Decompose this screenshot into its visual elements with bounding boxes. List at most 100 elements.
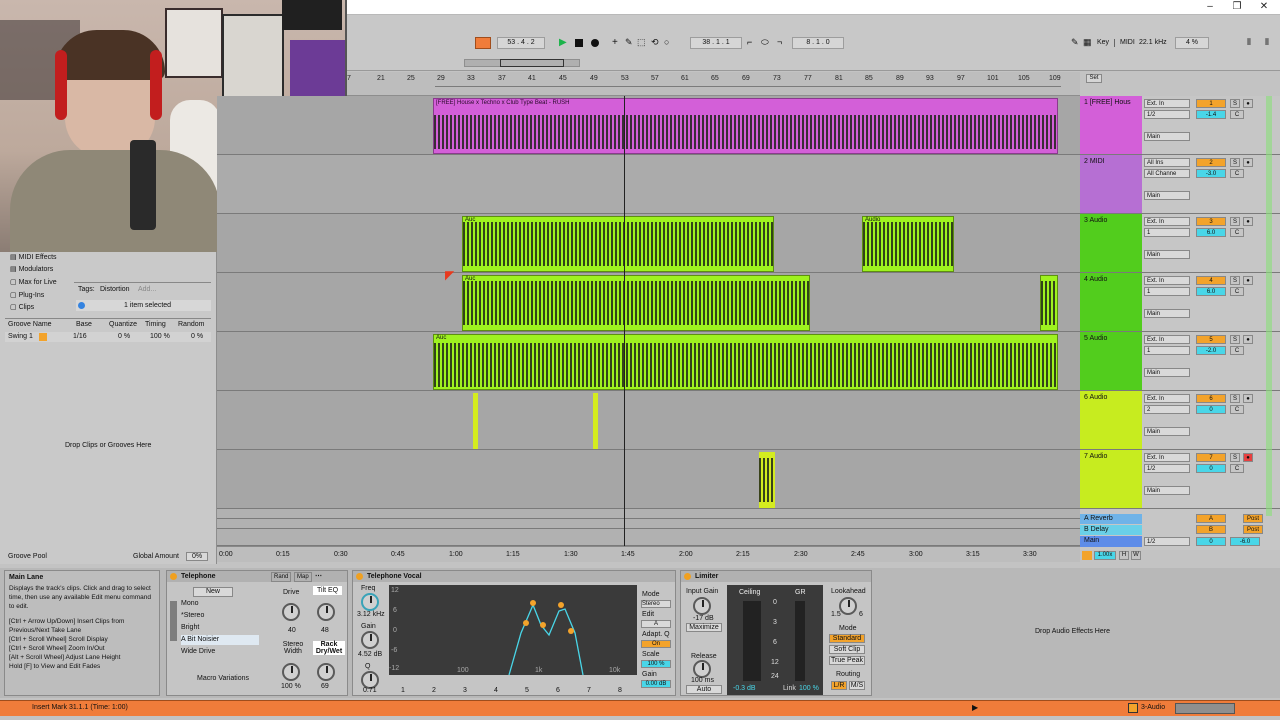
punch-out-icon[interactable]: ¬ xyxy=(777,37,782,47)
audio-clip[interactable] xyxy=(473,393,478,449)
output-select[interactable]: Main xyxy=(1144,486,1190,495)
freq-knob[interactable] xyxy=(361,593,379,611)
lane-main[interactable] xyxy=(217,529,1080,546)
input-gain-knob[interactable] xyxy=(693,597,711,615)
post-button[interactable]: Post xyxy=(1243,525,1263,534)
release-knob[interactable] xyxy=(693,660,711,678)
song-position[interactable]: 53 . 4 . 2 xyxy=(497,37,545,49)
limiter-header[interactable]: Limiter xyxy=(681,571,871,582)
session-record-icon[interactable]: ⬚ xyxy=(637,37,646,48)
post-button[interactable]: Post xyxy=(1243,514,1263,523)
solo-button[interactable]: S xyxy=(1230,335,1240,344)
minimize-icon[interactable]: – xyxy=(1200,1,1220,13)
solo-button[interactable]: S xyxy=(1230,276,1240,285)
track-number-button[interactable]: 5 xyxy=(1196,335,1226,344)
input-channel-select[interactable]: 1/2 xyxy=(1144,110,1190,119)
return-track-b[interactable]: B Delay B Post xyxy=(1080,525,1280,536)
lane-return-b[interactable] xyxy=(217,519,1080,529)
mode-select[interactable]: Stereo xyxy=(641,600,671,608)
volume-field[interactable]: 0 xyxy=(1196,464,1226,473)
play-icon[interactable]: ▶ xyxy=(559,38,567,48)
input-channel-select[interactable]: 1 xyxy=(1144,346,1190,355)
session-view-icon[interactable]: ⦀ xyxy=(1265,37,1269,48)
output-select[interactable]: Main xyxy=(1144,368,1190,377)
set-button[interactable]: Set xyxy=(1086,74,1102,83)
browser-category-midi-effects[interactable]: ▤ MIDI Effects xyxy=(10,253,57,261)
routing-lr[interactable]: L/R xyxy=(831,681,847,690)
limiter-device[interactable]: Limiter Input Gain -17 dB Maximize Relea… xyxy=(680,570,872,696)
audio-clip[interactable] xyxy=(1040,275,1058,331)
pan-field[interactable]: C xyxy=(1230,464,1244,473)
pan-field[interactable]: C xyxy=(1230,228,1244,237)
track-number-button[interactable]: 6 xyxy=(1196,394,1226,403)
track-name[interactable]: 6 Audio xyxy=(1080,391,1142,449)
track-number-button[interactable]: 3 xyxy=(1196,217,1226,226)
output-gain-field[interactable]: 0.00 dB xyxy=(641,680,671,688)
device-on-icon[interactable] xyxy=(356,573,363,580)
output-select[interactable]: Main xyxy=(1144,191,1190,200)
rand-button[interactable]: Rand xyxy=(271,572,292,582)
track-name[interactable]: 2 MIDI xyxy=(1080,155,1142,213)
arm-button[interactable]: ● xyxy=(1243,335,1253,344)
volume-field[interactable]: 6.0 xyxy=(1196,228,1226,237)
rack-device[interactable]: Telephone Rand Map ⋯ New Mono *Stereo Br… xyxy=(166,570,348,696)
pan-field[interactable]: C xyxy=(1230,110,1244,119)
tag-add[interactable]: Add... xyxy=(138,286,156,293)
midi-map-button[interactable]: MIDI xyxy=(1120,39,1135,46)
input-type-select[interactable]: Ext. In xyxy=(1144,453,1190,462)
stereo-width-knob[interactable] xyxy=(282,663,300,681)
audio-clip[interactable]: Auc xyxy=(462,216,774,272)
eq-device[interactable]: Telephone Vocal Freq 3.12 kHz Gain 4.52 … xyxy=(352,570,676,696)
volume-field[interactable]: -2.0 xyxy=(1196,346,1226,355)
maximize-button[interactable]: Maximize xyxy=(686,623,722,632)
input-type-select[interactable]: Ext. In xyxy=(1144,335,1190,344)
insert-marker[interactable] xyxy=(624,96,625,546)
draw-mode-icon[interactable]: ✎ xyxy=(1071,37,1079,48)
input-type-select[interactable]: Ext. In xyxy=(1144,217,1190,226)
add-icon[interactable]: + xyxy=(612,37,618,48)
eq-display[interactable]: 12 6 0 -6 -12 100 1k 10k xyxy=(389,585,637,675)
solo-button[interactable]: S xyxy=(1230,453,1240,462)
bar-ruler[interactable]: 7 21 25 29 33 37 41 45 49 53 57 61 65 69… xyxy=(347,72,1080,96)
audio-clip[interactable]: Auc xyxy=(462,275,810,331)
lane-track-7[interactable] xyxy=(217,450,1080,509)
pan-field[interactable]: C xyxy=(1230,346,1244,355)
punch-in-icon[interactable]: ⌐ xyxy=(747,37,752,47)
track-name[interactable]: Main xyxy=(1080,536,1142,547)
mode-soft-clip[interactable]: Soft Clip xyxy=(829,645,865,654)
arrangement-view[interactable]: [FREE] House x Techno x Club Type Beat -… xyxy=(217,96,1080,546)
input-type-select[interactable]: Ext. In xyxy=(1144,276,1190,285)
arm-button[interactable]: ● xyxy=(1243,217,1253,226)
arm-button[interactable]: ● xyxy=(1243,394,1253,403)
audio-clip[interactable] xyxy=(759,452,775,508)
overview-viewport[interactable] xyxy=(500,59,564,67)
input-channel-select[interactable]: All Channe xyxy=(1144,169,1190,178)
variation-item[interactable]: Wide Drive xyxy=(181,647,259,657)
track-name[interactable]: B Delay xyxy=(1080,525,1142,535)
input-type-select[interactable]: All Ins xyxy=(1144,158,1190,167)
input-channel-select[interactable]: 1/2 xyxy=(1144,464,1190,473)
rack-options-icon[interactable]: ⋯ xyxy=(315,571,322,582)
drywet-knob[interactable] xyxy=(317,663,335,681)
browser-category-modulators[interactable]: ▤ Modulators xyxy=(10,265,53,273)
track-name[interactable]: 4 Audio xyxy=(1080,273,1142,331)
hot-swap-icon[interactable] xyxy=(39,333,47,341)
arm-button[interactable]: ● xyxy=(1243,276,1253,285)
groove-timing[interactable]: 100 % xyxy=(150,333,170,340)
track-header-4[interactable]: 4 Audio Ext. In 1 Main 4 6.0 C S ● xyxy=(1080,273,1280,332)
output-select[interactable]: Main xyxy=(1144,132,1190,141)
track-name[interactable]: 5 Audio xyxy=(1080,332,1142,390)
track-name[interactable]: 1 [FREE] Hous xyxy=(1080,96,1142,154)
browser-category-max-for-live[interactable]: ▢ Max for Live xyxy=(10,278,57,286)
output-select[interactable]: Main xyxy=(1144,309,1190,318)
rack-header[interactable]: Telephone Rand Map ⋯ xyxy=(167,571,347,582)
edit-select[interactable]: A xyxy=(641,620,671,628)
solo-button[interactable]: S xyxy=(1230,394,1240,403)
input-channel-select[interactable]: 1 xyxy=(1144,287,1190,296)
ceiling-meter[interactable] xyxy=(743,601,761,681)
volume-field[interactable]: -1.4 xyxy=(1196,110,1226,119)
audio-clip[interactable] xyxy=(593,393,598,449)
adaptive-q-toggle[interactable]: On xyxy=(641,640,671,648)
lane-track-5[interactable]: Auc xyxy=(217,332,1080,391)
lane-track-2[interactable] xyxy=(217,155,1080,214)
